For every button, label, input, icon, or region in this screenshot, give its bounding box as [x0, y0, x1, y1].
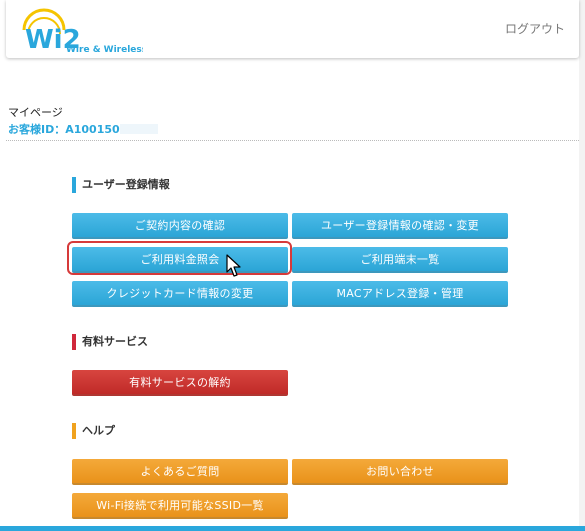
page-title: マイページ: [8, 106, 63, 119]
credit-card-button[interactable]: クレジットカード情報の変更: [72, 281, 288, 307]
highlight-box: [67, 241, 292, 275]
customer-id-mask: [119, 124, 158, 134]
mouse-pointer-icon: [226, 254, 241, 277]
wi2-logo[interactable]: Wi2 Wire & Wireless: [18, 6, 143, 54]
mac-address-button[interactable]: MACアドレス登録・管理: [292, 281, 508, 307]
divider: [6, 140, 579, 141]
logout-link[interactable]: ログアウト: [505, 20, 565, 37]
logo-text: Wire & Wireless: [66, 45, 143, 54]
ssid-list-button[interactable]: Wi-Fi接続で利用可能なSSID一覧: [72, 493, 288, 519]
section-paid-title: 有料サービス: [72, 334, 148, 350]
customer-id: お客様ID：A100150: [8, 121, 158, 137]
device-list-button[interactable]: ご利用端末一覧: [292, 247, 508, 273]
contact-button[interactable]: お問い合わせ: [292, 459, 508, 485]
header-bar: Wi2 Wire & Wireless ログアウト: [6, 0, 579, 58]
section-help-title: ヘルプ: [72, 423, 115, 439]
footer-bar: [0, 526, 585, 531]
customer-id-text: お客様ID：A100150: [8, 123, 120, 136]
faq-button[interactable]: よくあるご質問: [72, 459, 288, 485]
user-info-button[interactable]: ユーザー登録情報の確認・変更: [292, 213, 508, 239]
scrollbar-track: [579, 0, 585, 531]
cancel-paid-service-button[interactable]: 有料サービスの解約: [72, 370, 288, 396]
contract-details-button[interactable]: ご契約内容の確認: [72, 213, 288, 239]
section-user-title: ユーザー登録情報: [72, 177, 170, 193]
